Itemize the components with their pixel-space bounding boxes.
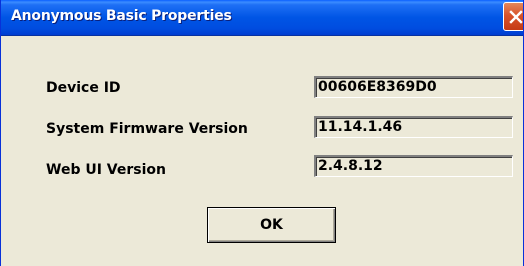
dialog-window: Anonymous Basic Properties Device ID 006… [0, 0, 524, 266]
close-icon [509, 10, 523, 24]
firmware-version-label: System Firmware Version [46, 121, 248, 137]
title-bar[interactable]: Anonymous Basic Properties [1, 0, 523, 36]
close-button[interactable] [503, 2, 523, 31]
dialog-content: Device ID 00606E8369D0 System Firmware V… [1, 36, 523, 266]
device-id-label: Device ID [46, 80, 121, 96]
web-ui-version-field: 2.4.8.12 [314, 155, 513, 177]
firmware-version-field: 11.14.1.46 [314, 116, 513, 138]
device-id-field: 00606E8369D0 [314, 76, 513, 98]
web-ui-version-label: Web UI Version [46, 162, 166, 178]
window-title: Anonymous Basic Properties [11, 8, 232, 24]
ok-button[interactable]: OK [207, 207, 336, 243]
